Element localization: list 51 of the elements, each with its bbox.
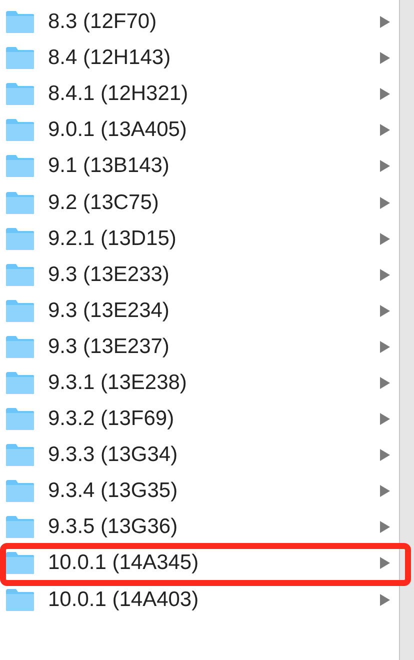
disclosure-arrow-icon[interactable] <box>379 196 391 210</box>
folder-name[interactable]: 9.3.3 (13G34) <box>48 443 366 468</box>
folder-name[interactable]: 9.3.5 (13G36) <box>48 515 366 540</box>
disclosure-arrow-icon[interactable] <box>379 159 391 174</box>
disclosure-arrow-icon[interactable] <box>379 376 391 390</box>
disclosure-arrow-icon[interactable] <box>379 592 391 607</box>
folder-icon <box>5 551 35 576</box>
folder-name[interactable]: 9.0.1 (13A405) <box>48 118 366 142</box>
folder-icon <box>5 298 35 323</box>
folder-name[interactable]: 9.2 (13C75) <box>48 190 366 215</box>
folder-name[interactable]: 8.4 (12H143) <box>48 46 366 70</box>
folder-icon <box>5 118 35 142</box>
disclosure-arrow-icon[interactable] <box>379 484 391 498</box>
folder-icon <box>5 443 35 468</box>
folder-name[interactable]: 9.2.1 (13D15) <box>48 226 366 251</box>
disclosure-arrow-icon[interactable] <box>379 51 391 66</box>
folder-name[interactable]: 9.3.1 (13E238) <box>48 370 366 395</box>
folder-icon <box>5 479 35 504</box>
folder-name[interactable]: 9.3 (13E237) <box>48 334 366 359</box>
disclosure-arrow-icon[interactable] <box>379 123 391 138</box>
folder-icon <box>5 154 35 178</box>
folder-name[interactable]: 9.3 (13E234) <box>48 298 366 323</box>
disclosure-arrow-icon[interactable] <box>379 340 391 354</box>
folder-icon <box>5 515 35 540</box>
disclosure-arrow-icon[interactable] <box>379 87 391 102</box>
folder-icon <box>5 334 35 359</box>
folder-name[interactable]: 8.3 (12F70) <box>48 10 366 34</box>
folder-icon <box>5 190 35 215</box>
folder-icon <box>5 370 35 395</box>
disclosure-arrow-icon[interactable] <box>379 412 391 426</box>
folder-name[interactable]: 9.1 (13B143) <box>48 154 366 178</box>
folder-name[interactable]: 9.3 (13E233) <box>48 262 366 287</box>
folder-name[interactable]: 9.3.2 (13F69) <box>48 407 366 432</box>
folder-name[interactable]: 10.0.1 (14A403) <box>48 588 366 612</box>
folder-name[interactable]: 9.3.4 (13G35) <box>48 479 366 504</box>
folder-icon <box>5 588 35 612</box>
folder-icon <box>5 226 35 251</box>
disclosure-arrow-icon[interactable] <box>379 556 391 570</box>
disclosure-arrow-icon[interactable] <box>379 448 391 462</box>
folder-icon <box>5 82 35 106</box>
disclosure-arrow-icon[interactable] <box>379 304 391 318</box>
folder-name[interactable]: 8.4.1 (12H321) <box>48 82 366 106</box>
folder-icon <box>5 10 35 34</box>
folder-name[interactable]: 10.0.1 (14A345) <box>48 551 366 576</box>
disclosure-arrow-icon[interactable] <box>379 268 391 282</box>
disclosure-arrow-icon[interactable] <box>379 520 391 534</box>
disclosure-arrow-icon[interactable] <box>379 15 391 30</box>
folder-icon <box>5 46 35 70</box>
disclosure-arrow-icon[interactable] <box>379 232 391 246</box>
folder-icon <box>5 262 35 287</box>
folder-icon <box>5 407 35 432</box>
